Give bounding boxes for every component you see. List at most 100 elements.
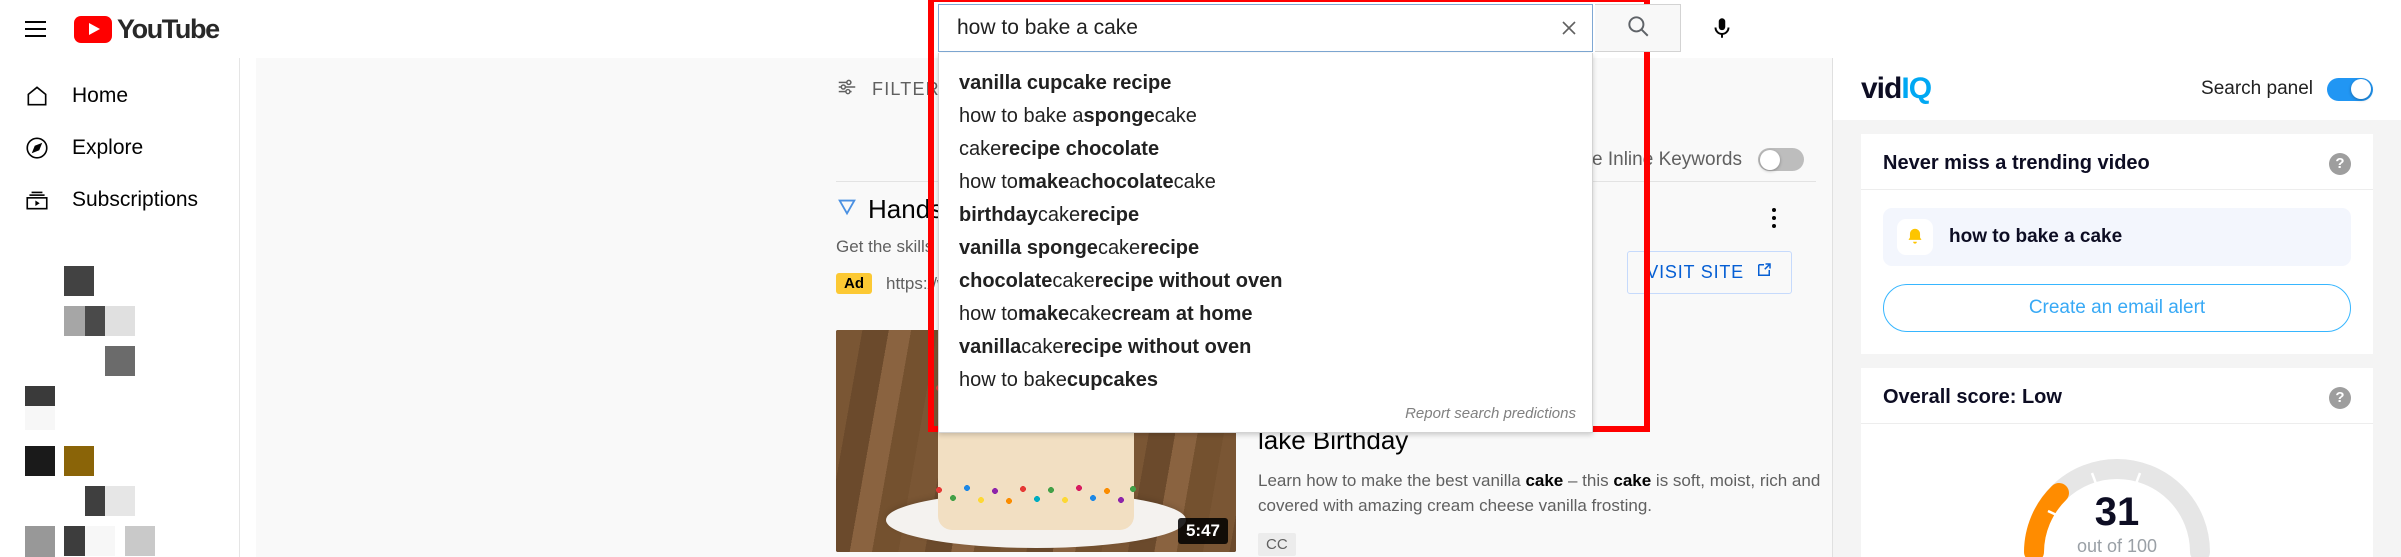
youtube-play-icon (74, 15, 112, 43)
search-input-wrapper[interactable]: how to bake a cake (938, 4, 1593, 52)
suggestion-item[interactable]: how to make cake cream at home (939, 298, 1592, 331)
search-panel-toggle[interactable] (2327, 77, 2373, 101)
suggestion-text: cake (1173, 171, 1216, 193)
suggestion-text-bold: vanilla sponge (959, 237, 1098, 259)
suggestion-item[interactable]: birthday cake recipe (939, 199, 1592, 232)
cc-badge: CC (1258, 532, 1296, 556)
suggestion-text: cake (1052, 270, 1095, 292)
overall-score-out-of: out of 100 (2076, 536, 2158, 556)
video-description: Learn how to make the best vanilla cake … (1258, 468, 1826, 519)
sidebar-item-home[interactable]: Home (0, 70, 239, 122)
left-sidebar: Home Explore Subscriptions (0, 58, 240, 557)
search-overlay: how to bake a cake vanilla cupcake recip… (938, 4, 1730, 433)
suggestion-text: how to (959, 303, 1018, 325)
suggestion-text-bold: make (1017, 171, 1070, 193)
alert-keyword-text: how to bake a cake (1949, 226, 2123, 247)
microphone-icon[interactable] (1698, 4, 1746, 52)
compass-icon (24, 135, 58, 161)
sidebar-item-explore[interactable]: Explore (0, 122, 239, 174)
alert-keyword-row[interactable]: how to bake a cake (1883, 208, 2351, 266)
sidebar-item-label: Explore (72, 136, 144, 159)
search-input[interactable]: how to bake a cake (957, 16, 1546, 40)
trending-video-card: Never miss a trending video ? how to bak… (1861, 134, 2373, 354)
suggestion-text: how to bake (959, 369, 1067, 391)
suggestion-item[interactable]: how to make a chocolate cake (939, 166, 1592, 199)
vidiq-triangle-icon (836, 196, 858, 223)
close-icon[interactable] (1546, 5, 1592, 51)
report-row: Report search predictions (939, 397, 1592, 426)
home-icon (24, 83, 58, 109)
suggestion-item[interactable]: how to bake a sponge cake (939, 100, 1592, 133)
suggestion-text-bold: recipe without oven (1094, 270, 1283, 292)
sidebar-item-label: Home (72, 84, 129, 107)
skeleton-block (105, 346, 135, 376)
suggestion-text-bold: vanilla (959, 336, 1022, 358)
suggestion-item[interactable]: how to bake cupcakes (939, 364, 1592, 397)
desc-bold-1: cake (1525, 470, 1564, 490)
help-circle-icon[interactable]: ? (2329, 386, 2351, 409)
suggestion-text-bold: cupcakes (1066, 369, 1159, 391)
suggestion-text-bold: chocolate (1080, 171, 1174, 193)
suggestion-text: cake (1021, 336, 1064, 358)
suggestion-text: cake (1154, 105, 1197, 127)
trending-card-title: Never miss a trending video (1883, 152, 2150, 174)
overall-score-card: Overall score: Low ? 31 out of 100 55 (1861, 368, 2373, 557)
help-circle-icon[interactable]: ? (2329, 152, 2351, 175)
youtube-logo[interactable]: YouTube (74, 13, 220, 45)
skeleton-block (64, 446, 94, 476)
filters-button[interactable]: FILTERS (836, 76, 953, 103)
inline-keywords-toggle[interactable] (1758, 148, 1804, 171)
suggestion-item[interactable]: vanilla sponge cake recipe (939, 232, 1592, 265)
skeleton-block (85, 526, 115, 556)
magnifier-icon (1625, 13, 1651, 44)
suggestion-text-bold: chocolate (959, 270, 1053, 292)
vidiq-logo-vid: vid (1861, 72, 1902, 105)
kebab-menu-icon[interactable] (1766, 202, 1782, 234)
search-panel-control: Search panel (2201, 77, 2373, 101)
youtube-wordmark: YouTube (117, 13, 220, 44)
skeleton-block (25, 406, 55, 430)
suggestion-text: how to (959, 171, 1018, 193)
subscriptions-icon (24, 187, 58, 213)
vidiq-header: vidIQ Search panel (1833, 58, 2401, 120)
create-email-alert-label: Create an email alert (2028, 297, 2206, 318)
suggestion-item[interactable]: chocolate cake recipe without oven (939, 265, 1592, 298)
vidiq-logo-iq: IQ (1901, 72, 1932, 105)
search-panel-label: Search panel (2201, 78, 2313, 99)
youtube-search-page: YouTube Home Explore Subscriptions FILTE… (0, 0, 2401, 557)
hamburger-icon[interactable] (16, 10, 54, 48)
suggestion-item[interactable]: vanilla cupcake recipe (939, 67, 1592, 100)
sidebar-skeleton-placeholders (0, 254, 239, 557)
create-email-alert-button[interactable]: Create an email alert (1883, 284, 2351, 332)
skeleton-block (25, 446, 55, 476)
suggestion-text-bold: recipe (1140, 237, 1200, 259)
search-button[interactable] (1595, 4, 1681, 52)
suggestion-item[interactable]: vanilla cake recipe without oven (939, 331, 1592, 364)
visit-site-button[interactable]: VISIT SITE (1627, 251, 1792, 294)
suggestion-text-bold: make (1017, 303, 1070, 325)
sidebar-item-subscriptions[interactable]: Subscriptions (0, 174, 239, 226)
external-link-icon (1755, 261, 1773, 284)
skeleton-block (105, 486, 135, 516)
vidiq-panel: vidIQ Search panel Never miss a trending… (1832, 58, 2401, 557)
suggestion-text-bold: recipe without oven (1063, 336, 1252, 358)
report-search-predictions-link[interactable]: Report search predictions (1405, 405, 1576, 422)
overall-score-title: Overall score: Low (1883, 386, 2062, 408)
suggestion-item[interactable]: cake recipe chocolate (939, 133, 1592, 166)
suggestion-text-bold: sponge (1083, 105, 1155, 127)
suggestion-text-bold: cream at home (1111, 303, 1253, 325)
cake-sprinkles-mid (933, 482, 1139, 512)
search-suggestions-panel: vanilla cupcake recipe how to bake a spo… (938, 53, 1593, 433)
suggestion-text-bold: recipe chocolate (1001, 138, 1160, 160)
bell-icon (1897, 219, 1933, 255)
desc-bold-2: cake (1613, 470, 1652, 490)
skeleton-block (64, 266, 94, 296)
suggestion-text: how to bake a (959, 105, 1084, 127)
suggestion-text: cake (1097, 237, 1141, 259)
ad-badge: Ad (836, 273, 872, 294)
suggestion-text-bold: vanilla cupcake recipe (959, 72, 1172, 94)
suggestion-text: a (1069, 171, 1081, 193)
skeleton-block (125, 526, 155, 556)
visit-site-label: VISIT SITE (1646, 262, 1744, 282)
vidiq-logo: vidIQ (1861, 72, 1932, 106)
